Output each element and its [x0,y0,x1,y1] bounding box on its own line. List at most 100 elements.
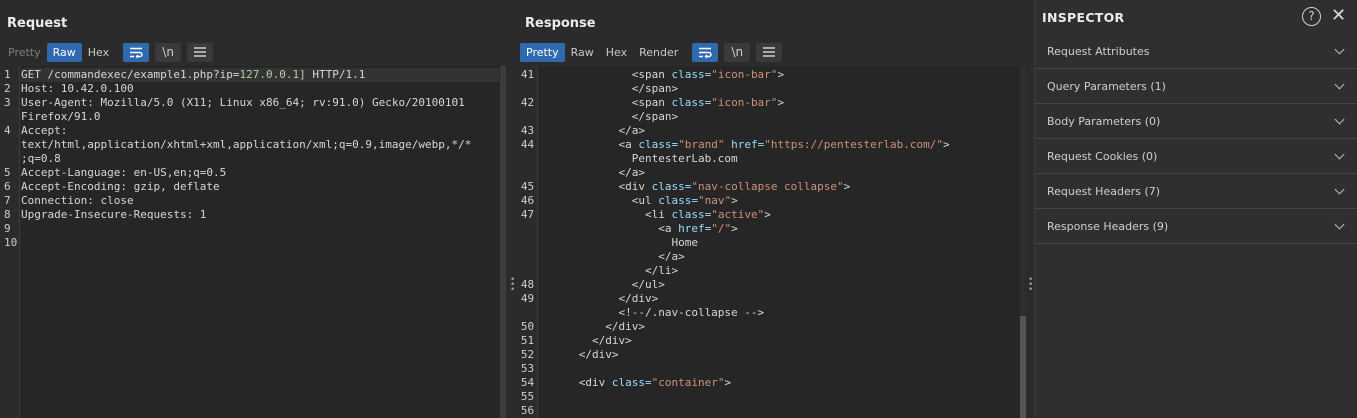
code-token: Accept-Language: en-US,en;q=0.5 [21,166,227,179]
line-number: 56 [520,404,535,417]
line-number: 52 [520,348,535,361]
wrap-icon[interactable] [692,42,719,62]
code-token: User-Agent: Mozilla/5.0 (X11; Linux x86_… [21,96,465,109]
line-number: 45 [520,180,535,193]
pane-divider-handle[interactable]: • • • [510,276,515,295]
tab-pretty[interactable]: Pretty [520,42,565,62]
response-scrollbar-thumb[interactable] [1020,316,1026,418]
code-line: </div> [539,334,1020,348]
newline-icon[interactable]: \n [724,42,751,62]
code-token: class= [651,180,692,193]
code-token: href= [678,222,712,235]
line-number: 49 [520,292,535,305]
request-title: Request [7,16,68,31]
request-scrollbar[interactable] [500,66,506,418]
code-token: Connection: close [21,194,134,207]
inspector-section-request-headers-7[interactable]: Request Headers (7) [1035,174,1357,209]
code-token: "nav" [697,194,732,207]
code-token: > [731,222,738,235]
code-token: "icon-bar" [711,68,778,81]
inspector-panel: INSPECTOR ? ✕ Request Attributes Query Pa… [1034,0,1357,418]
code-token: 127.0.0.1] [239,68,306,81]
line-number: 46 [520,194,535,207]
code-token: "/" [711,222,732,235]
inspector-divider-handle[interactable]: • • • [1028,276,1033,295]
inspector-section-request-attributes[interactable]: Request Attributes [1035,34,1357,69]
line-number: 47 [520,208,535,221]
code-line: <a href="/"> [539,222,1020,236]
line-number: 5 [4,166,11,179]
code-token: </span> [539,110,679,123]
chevron-down-icon[interactable] [1334,149,1345,159]
line-number: 44 [520,138,535,151]
code-token: class= [611,376,652,389]
line-number: 54 [520,376,535,389]
inspector-section-query-parameters-1[interactable]: Query Parameters (1) [1035,69,1357,104]
code-token: <li [539,208,672,221]
code-token: Host: 10.42.0.100 [21,82,134,95]
tab-pretty[interactable]: Pretty [2,43,47,62]
line-gutter: 41 42 43 44 45 46 47 48 49 50 51 52 53 54 55 56 [518,66,538,418]
inspector-section-label: Request Headers (7) [1047,184,1161,198]
code-line: Upgrade-Insecure-Requests: 1 [21,208,499,222]
code-token: "active" [711,208,765,221]
code-token: class= [671,68,712,81]
line-number: 6 [4,180,11,193]
response-title: Response [525,16,596,31]
code-line: </div> [539,348,1020,362]
line-number: 41 [520,68,535,81]
code-line: <div class="nav-collapse collapse"> [539,180,1020,194]
tab-render[interactable]: Render [633,43,684,62]
code-token: class= [671,96,712,109]
chevron-down-icon[interactable] [1334,44,1345,54]
code-line: <div class="container"> [539,376,1020,390]
code-line: ;q=0.8 [21,152,499,166]
code-token: "nav-collapse collapse" [691,180,844,193]
code-token: > [764,208,771,221]
code-token: "https://pentesterlab.com/" [764,138,944,151]
inspector-section-label: Response Headers (9) [1047,219,1169,233]
code-token: > [724,376,732,389]
code-token: HTTP/1.1 [305,68,366,81]
wrap-icon[interactable] [123,42,150,62]
line-number: 50 [520,320,535,333]
line-number: 8 [4,208,11,221]
code-token: GET /commandexec/example1.php?ip= [21,68,240,81]
code-line: <span class="icon-bar"> [539,68,1020,82]
line-number: 48 [520,278,535,291]
inspector-title: INSPECTOR [1042,10,1125,25]
request-editor[interactable]: 1 2 3 4 5 6 7 8 9 10 GET /commandexec/example1.ph… [0,66,505,418]
code-line: <a class="brand" href="https://pentester… [539,138,1020,152]
response-editor[interactable]: 41 42 43 44 45 46 47 48 49 50 51 52 53 54 55 56 <span c… [518,66,1026,418]
code-token: </a> [539,166,645,179]
code-token: </span> [539,82,679,95]
inspector-section-response-headers-9[interactable]: Response Headers (9) [1035,209,1357,244]
code-line: Accept-Encoding: gzip, deflate [21,180,499,194]
code-token: > [731,194,738,207]
code-token: PentesterLab.com [539,152,738,165]
line-number: 43 [520,124,535,137]
close-icon[interactable]: ✕ [1331,5,1346,26]
code-token: <div [539,376,612,389]
inspector-section-body-parameters-0[interactable]: Body Parameters (0) [1035,104,1357,139]
line-number: 10 [4,236,18,249]
chevron-down-icon[interactable] [1334,114,1345,124]
tab-hex[interactable]: Hex [600,43,633,62]
menu-icon[interactable] [187,42,214,62]
chevron-down-icon[interactable] [1334,79,1345,89]
chevron-down-icon[interactable] [1334,219,1345,229]
menu-icon[interactable] [756,42,783,62]
response-toolbar: Pretty Raw Hex Render \n [520,42,783,62]
code-token: </div> [539,292,659,305]
tab-hex[interactable]: Hex [82,43,115,62]
code-line: </a> [539,166,1020,180]
code-line: Host: 10.42.0.100 [21,82,499,96]
help-icon[interactable]: ? [1302,7,1321,26]
chevron-down-icon[interactable] [1334,184,1345,194]
code-token: class= [658,194,698,207]
inspector-section-request-cookies-0[interactable]: Request Cookies (0) [1035,139,1357,174]
code-token: "brand" [678,138,725,151]
newline-icon[interactable]: \n [155,42,182,62]
tab-raw[interactable]: Raw [46,42,82,62]
tab-raw[interactable]: Raw [565,43,600,62]
